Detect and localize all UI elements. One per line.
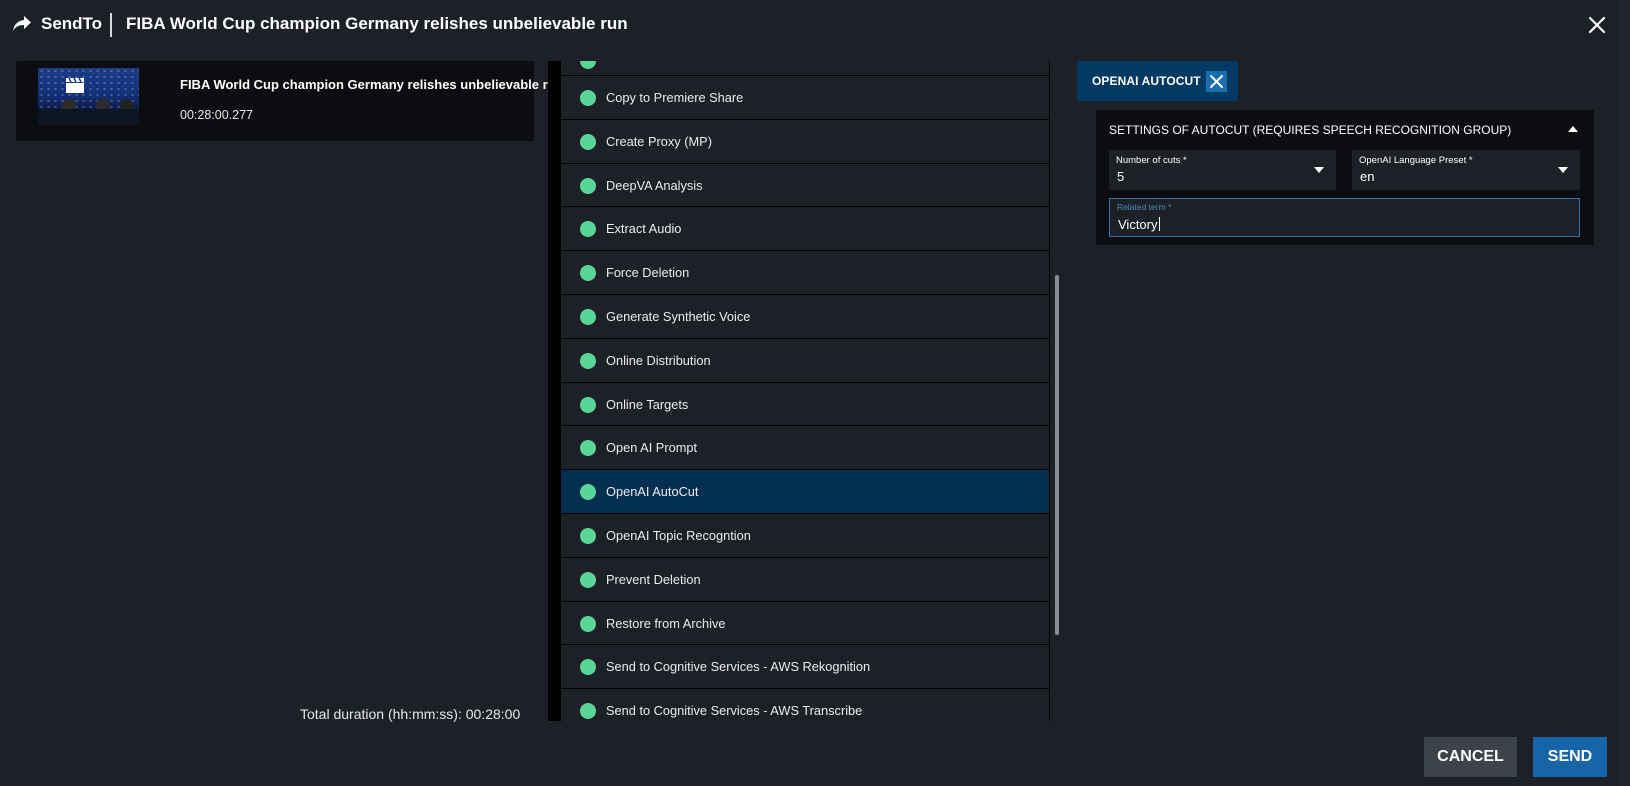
asset-thumbnail [38, 68, 139, 125]
workflow-item[interactable]: DeepVA Analysis [561, 163, 1049, 208]
status-dot [580, 396, 596, 413]
workflow-item-label: Force Deletion [606, 265, 690, 281]
workflow-item[interactable]: Copy to Premiere Share [561, 76, 1049, 120]
workflow-list[interactable]: Copy to Premiere Share Create Proxy (MP) D… [548, 61, 1050, 721]
related-term-input[interactable]: Related term * Victory [1109, 198, 1580, 237]
settings-section-title: SETTINGS OF AUTOCUT (REQUIRES SPEECH REC… [1109, 123, 1512, 137]
status-dot [580, 61, 596, 69]
workflow-item-label: OpenAI AutoCut [606, 484, 699, 500]
collapse-triangle-icon[interactable] [1568, 126, 1578, 132]
number-of-cuts-value: 5 [1117, 169, 1125, 184]
workflow-item-label: Create Proxy (MP) [606, 133, 712, 149]
workflow-item[interactable]: Online Distribution [561, 338, 1049, 383]
workflow-item[interactable]: Generate Synthetic Voice [561, 294, 1049, 339]
workflow-item-label: Send to Cognitive Services - AWS Rekogni… [606, 659, 871, 675]
asset-card[interactable]: FIBA World Cup champion Germany relishes… [16, 61, 564, 141]
total-duration: Total duration (hh:mm:ss): 00:28:00 [300, 706, 520, 722]
dialog-header: SendTo FIBA World Cup champion Germany r… [0, 0, 1630, 50]
workflow-item[interactable]: Restore from Archive [561, 601, 1049, 646]
total-duration-label: Total duration (hh:mm:ss): [300, 706, 462, 722]
number-of-cuts-label: Number of cuts * [1116, 155, 1187, 166]
workflow-item[interactable]: Create Proxy (MP) [561, 119, 1049, 164]
status-dot [580, 308, 596, 325]
workflow-item-label: Open AI Prompt [606, 440, 698, 456]
cancel-button[interactable]: CANCEL [1424, 737, 1517, 777]
status-dot [580, 440, 596, 457]
status-dot [580, 703, 596, 720]
status-dot [580, 571, 596, 588]
language-preset-label: OpenAI Language Preset * [1359, 155, 1473, 166]
share-arrow-icon [13, 16, 31, 31]
workflow-item-label: Online Targets [606, 396, 689, 412]
text-cursor [1158, 217, 1160, 231]
workflow-item-label: DeepVA Analysis [606, 177, 703, 193]
status-dot [580, 221, 596, 238]
language-preset-select[interactable]: OpenAI Language Preset * en [1352, 150, 1580, 190]
workflow-item[interactable]: Send to Cognitive Services - AWS Rekogni… [561, 645, 1049, 690]
number-of-cuts-select[interactable]: Number of cuts * 5 [1109, 150, 1336, 190]
status-dot [580, 90, 596, 106]
workflow-item[interactable]: Online Targets [561, 382, 1049, 427]
dropdown-arrow-icon [1314, 167, 1324, 173]
send-button[interactable]: SEND [1533, 737, 1607, 777]
video-clapper-icon [66, 77, 84, 93]
workflow-item[interactable]: Send to Cognitive Services - AWS Transcr… [561, 689, 1049, 721]
workflow-item-label: OpenAI Topic Recogntion [606, 527, 751, 543]
workflow-item[interactable]: Open AI Prompt [561, 426, 1049, 471]
background-edge [1619, 0, 1630, 786]
status-dot [580, 133, 596, 150]
tab-label: OPENAI AUTOCUT [1092, 74, 1201, 88]
workflow-item[interactable]: Extract Audio [561, 207, 1049, 252]
list-scrollbar[interactable] [1055, 275, 1059, 635]
remove-tab-button[interactable] [1206, 71, 1227, 92]
status-dot [580, 352, 596, 369]
workflow-item[interactable]: Force Deletion [561, 251, 1049, 295]
status-dot [580, 527, 596, 544]
dialog-title: FIBA World Cup champion Germany relishes… [126, 14, 628, 33]
workflow-item-label: Extract Audio [606, 221, 682, 237]
workflow-item-label: Send to Cognitive Services - AWS Transcr… [606, 703, 863, 719]
related-term-label: Related term * [1117, 202, 1172, 212]
workflow-item[interactable]: OpenAI AutoCut [561, 470, 1049, 514]
workflow-item-label: Prevent Deletion [606, 571, 701, 587]
workflow-item-label: Online Distribution [606, 352, 711, 368]
status-dot [580, 177, 596, 194]
tab-openai-autocut[interactable]: OPENAI AUTOCUT [1077, 61, 1238, 101]
dropdown-arrow-icon [1558, 167, 1568, 173]
total-duration-value: 00:28:00 [465, 706, 521, 722]
workflow-item-label: Copy to Premiere Share [606, 90, 744, 105]
status-dot [580, 484, 596, 501]
status-dot [580, 659, 596, 676]
asset-title: FIBA World Cup champion Germany relishes… [180, 77, 564, 92]
workflow-item-label: Generate Synthetic Voice [606, 308, 751, 324]
autocut-settings-panel: SETTINGS OF AUTOCUT (REQUIRES SPEECH REC… [1096, 110, 1594, 245]
workflow-item-partial[interactable] [561, 61, 1049, 76]
workflow-item-label: Restore from Archive [606, 615, 726, 631]
app-name: SendTo [41, 14, 103, 33]
workflow-item[interactable]: OpenAI Topic Recogntion [561, 513, 1049, 558]
asset-duration: 00:28:00.277 [180, 108, 253, 122]
workflow-item[interactable]: Prevent Deletion [561, 557, 1049, 602]
status-dot [580, 265, 596, 282]
sendto-dialog: SendTo FIBA World Cup champion Germany r… [0, 0, 1630, 786]
close-dialog-button[interactable] [1586, 14, 1608, 36]
related-term-value: Victory [1118, 217, 1160, 232]
status-dot [580, 615, 596, 632]
language-preset-value: en [1360, 169, 1375, 184]
header-divider [110, 13, 112, 37]
